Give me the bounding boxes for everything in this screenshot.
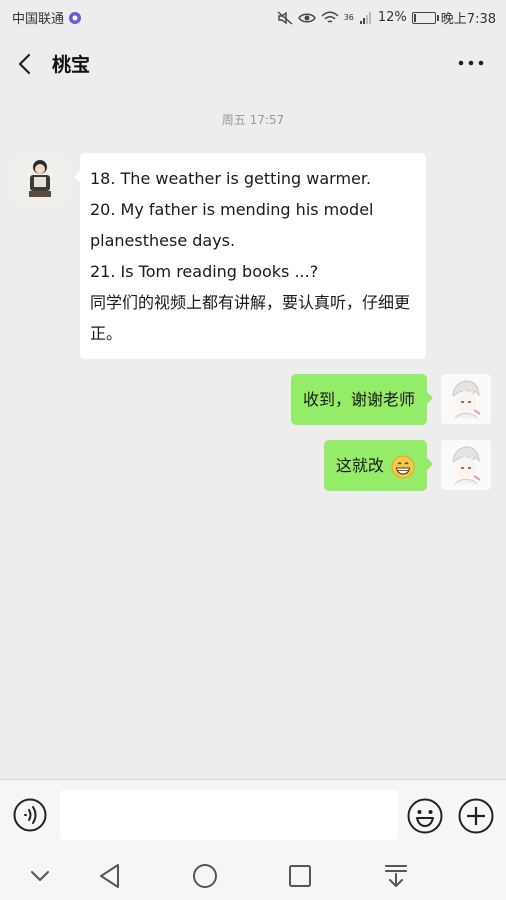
status-left: 中国联通 [12, 8, 82, 27]
teacher-avatar[interactable] [15, 153, 65, 203]
emoji-picker-icon[interactable] [407, 798, 443, 834]
message-line: 20. My father is mending his model plane… [90, 200, 374, 250]
incoming-message-bubble[interactable]: 18. The weather is getting warmer. 20. M… [74, 153, 426, 359]
chat-timestamp: 周五 17:57 [221, 113, 285, 127]
eye-icon [297, 13, 316, 22]
chat-input-bar [0, 779, 506, 852]
my-avatar[interactable] [441, 440, 491, 490]
voice-input-icon[interactable] [13, 798, 47, 832]
status-bar: 中国联通 36 12% 晚上7:38 [0, 0, 506, 34]
chat-title: 桃宝 [52, 54, 91, 76]
message-line: 18. The weather is getting warmer. [90, 169, 372, 188]
message-text: 这就改 [335, 456, 384, 475]
mute-icon [277, 10, 293, 25]
message-line: 同学们的视频上都有讲解，要认真听，仔细更正。 [90, 293, 411, 343]
notification-app-icon [69, 11, 82, 24]
nav-home-icon[interactable] [189, 861, 221, 891]
more-actions-plus-icon[interactable] [458, 798, 494, 834]
battery-icon [411, 11, 439, 24]
carrier-label: 中国联通 [12, 12, 65, 27]
battery-percent: 12% [377, 10, 407, 25]
notification-pulldown-icon[interactable] [380, 861, 412, 891]
message-input[interactable] [60, 790, 398, 840]
outgoing-message-bubble[interactable]: 这就改 [323, 440, 434, 491]
chevron-down-icon[interactable] [24, 861, 56, 891]
wifi-icon [321, 11, 339, 23]
outgoing-message-bubble[interactable]: 收到，谢谢老师 [290, 374, 434, 425]
my-avatar-image [441, 440, 491, 490]
chat-header: 桃宝 [0, 34, 506, 94]
more-options-icon[interactable] [456, 50, 486, 76]
grinning-face-icon [391, 455, 415, 478]
clock: 晚上7:38 [440, 12, 496, 27]
message-text: 收到，谢谢老师 [302, 390, 415, 409]
system-nav-bar [0, 851, 506, 900]
status-right: 36 12% 晚上7:38 [277, 8, 496, 27]
network-type-label: 36 [343, 13, 354, 22]
my-avatar-image [441, 374, 491, 424]
signal-icon [359, 11, 371, 24]
my-avatar[interactable] [441, 374, 491, 424]
back-arrow-icon[interactable] [14, 50, 38, 78]
teacher-avatar-image [15, 153, 65, 203]
message-line: 21. Is Tom reading books ...? [90, 262, 319, 281]
nav-recents-icon[interactable] [284, 861, 316, 891]
nav-back-icon[interactable] [94, 861, 126, 891]
